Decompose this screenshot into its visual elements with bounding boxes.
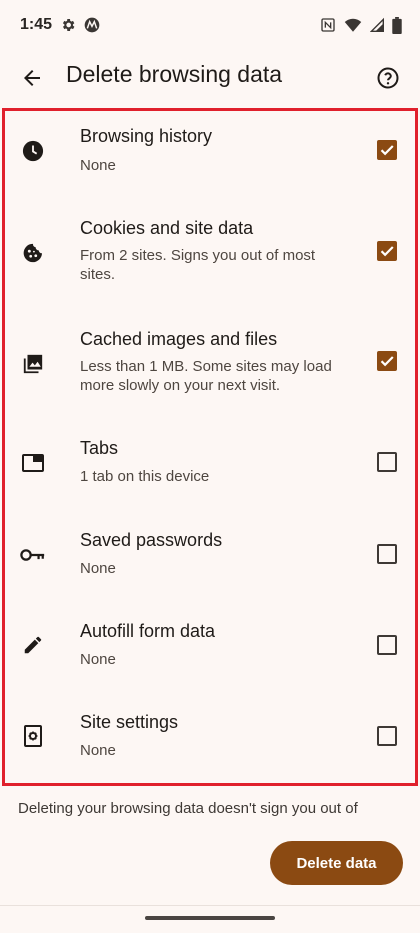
checkbox-cookies[interactable] (377, 241, 397, 261)
checkbox-site-settings[interactable] (377, 726, 397, 746)
item-subtitle: Less than 1 MB. Some sites may load more… (80, 358, 332, 394)
clock-icon (19, 137, 47, 165)
checkbox-autofill[interactable] (377, 635, 397, 655)
item-title: Site settings (80, 712, 179, 732)
images-icon (19, 350, 47, 378)
cookie-icon (19, 239, 47, 267)
status-right (320, 16, 402, 34)
list-item-cookies[interactable]: Cookies and site data From 2 sites. Sign… (5, 203, 415, 314)
status-time: 1:45 (20, 16, 53, 33)
delete-data-button[interactable]: Delete data (270, 841, 403, 885)
list-item-tabs[interactable]: Tabs 1 tab on this device (5, 424, 415, 516)
item-subtitle: None (80, 560, 116, 577)
data-types-list: Browsing history None Cookies and site d… (2, 108, 418, 786)
checkbox-tabs[interactable] (377, 452, 397, 472)
gear-icon (60, 17, 76, 33)
site-settings-icon (19, 722, 47, 750)
signal-icon (370, 17, 384, 33)
item-title: Tabs (80, 438, 119, 458)
sign-out-note: Deleting your browsing data doesn't sign… (18, 800, 358, 817)
item-subtitle: From 2 sites. Signs you out of most site… (80, 247, 316, 283)
nfc-icon (320, 17, 336, 33)
battery-icon (392, 16, 402, 34)
item-subtitle: None (80, 651, 116, 668)
item-subtitle: 1 tab on this device (80, 468, 210, 485)
help-circle-icon[interactable] (368, 58, 408, 98)
item-title: Saved passwords (80, 530, 223, 550)
item-subtitle: None (80, 742, 116, 759)
list-item-autofill[interactable]: Autofill form data None (5, 607, 415, 698)
arrow-left-icon[interactable] (14, 60, 50, 96)
status-bar: 1:45 (0, 0, 420, 50)
item-title: Autofill form data (80, 621, 216, 641)
item-title: Cached images and files (80, 329, 278, 349)
list-item-site-settings[interactable]: Site settings None (5, 698, 415, 783)
item-title: Cookies and site data (80, 218, 254, 238)
list-item-browsing-history[interactable]: Browsing history None (5, 111, 415, 203)
item-subtitle: None (80, 157, 116, 174)
app-bar: Delete browsing data (0, 50, 420, 106)
tab-icon (19, 449, 47, 477)
checkbox-saved-passwords[interactable] (377, 544, 397, 564)
item-title: Browsing history (80, 126, 213, 146)
bottom-divider (0, 905, 420, 906)
checkbox-browsing-history[interactable] (377, 140, 397, 160)
pencil-icon (19, 631, 47, 659)
gesture-navigation-bar[interactable] (145, 916, 275, 920)
motorola-icon (84, 17, 100, 33)
wifi-icon (344, 17, 362, 33)
key-icon (19, 541, 47, 569)
status-left: 1:45 (20, 16, 100, 34)
list-item-cached-images[interactable]: Cached images and files Less than 1 MB. … (5, 314, 415, 424)
list-item-saved-passwords[interactable]: Saved passwords None (5, 516, 415, 607)
page-title: Delete browsing data (66, 61, 283, 87)
checkbox-cached-images[interactable] (377, 351, 397, 371)
